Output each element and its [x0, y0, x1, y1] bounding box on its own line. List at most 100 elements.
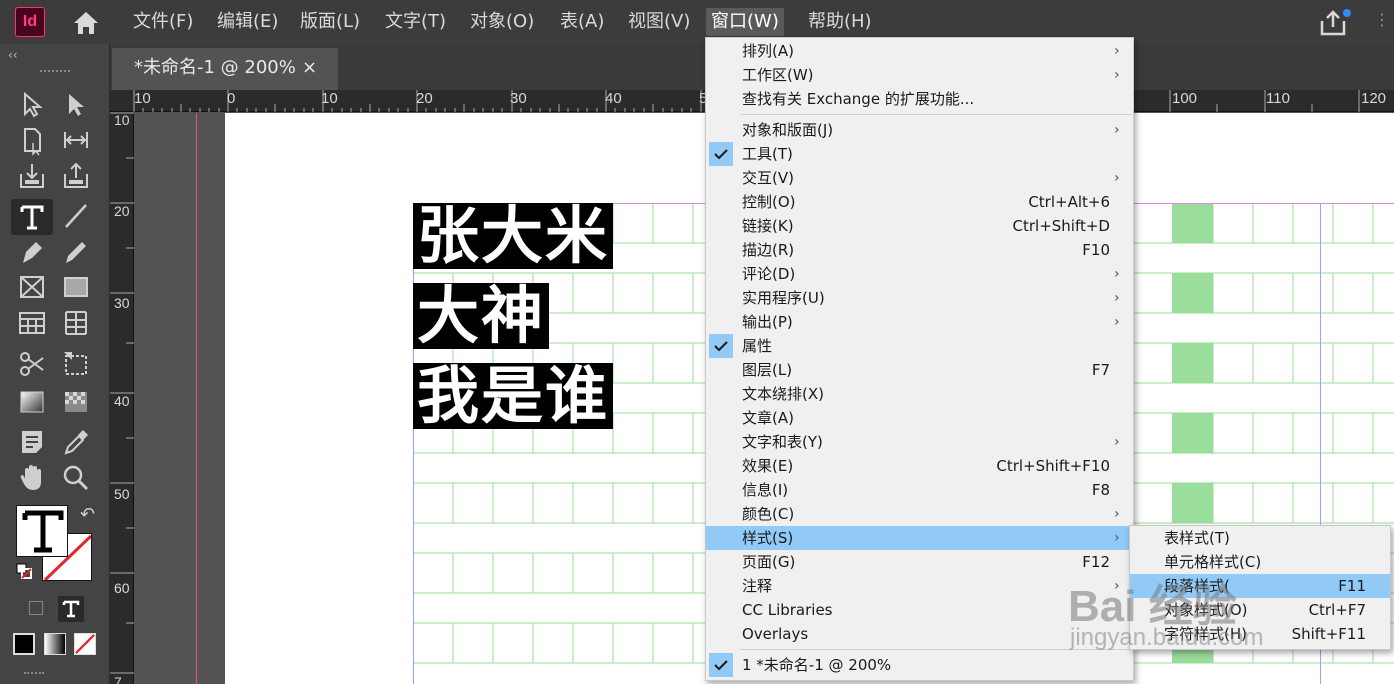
direct-selection-tool-icon[interactable]: [60, 88, 92, 120]
menu-item-arrange[interactable]: 排列(A) ›: [706, 39, 1133, 63]
apply-gradient-icon[interactable]: [44, 633, 66, 655]
menu-edit[interactable]: 编辑(E): [212, 8, 283, 36]
grid-tool-icon[interactable]: [60, 307, 92, 339]
menu-item-styles[interactable]: 样式(S) ›: [706, 526, 1133, 550]
submenu-arrow-icon: ›: [1114, 266, 1120, 282]
checkmark-icon: [709, 142, 733, 166]
note-tool-icon[interactable]: [16, 426, 48, 458]
menu-item-links[interactable]: 链接(K) Ctrl+Shift+D: [706, 214, 1133, 238]
menu-view[interactable]: 视图(V): [623, 8, 695, 36]
collapse-panel-icon[interactable]: ‹‹: [8, 48, 18, 62]
checkmark-icon: [709, 334, 733, 358]
ruler-left-label: 30: [114, 295, 130, 311]
submenu-arrow-icon: ›: [1114, 43, 1120, 59]
type-tool-icon[interactable]: [16, 201, 48, 233]
menu-layout[interactable]: 版面(L): [295, 8, 365, 36]
formatting-text-icon[interactable]: [58, 596, 84, 622]
swap-fill-stroke-icon[interactable]: ↶: [80, 504, 95, 525]
apply-color-icon[interactable]: [13, 633, 35, 655]
pen-tool-icon[interactable]: [16, 236, 48, 268]
line-tool-icon[interactable]: [60, 200, 92, 232]
indesign-logo: Id: [15, 7, 45, 37]
ruler-left-label: 40: [114, 393, 130, 409]
indesign-window: Id 文件(F) 编辑(E) 版面(L) 文字(T) 对象(O) 表(A) 视图…: [0, 0, 1394, 684]
submenu-arrow-icon: ›: [1114, 434, 1120, 450]
fill-swatch-front[interactable]: [16, 505, 68, 557]
menu-item-object-layout[interactable]: 对象和版面(J) ›: [706, 118, 1133, 142]
ruler-top-label: 30: [510, 90, 527, 107]
menu-bar: [0, 0, 1394, 44]
menu-item-workspace[interactable]: 工作区(W) ›: [706, 63, 1133, 87]
formatting-container-icon[interactable]: [29, 601, 43, 615]
text-line[interactable]: 张大米: [413, 203, 614, 269]
menu-item-color[interactable]: 颜色(C) ›: [706, 502, 1133, 526]
ruler-top-label: 10: [321, 90, 338, 107]
text-line[interactable]: 大神: [413, 283, 550, 349]
menu-window[interactable]: 窗口(W): [706, 8, 784, 36]
default-fill-stroke-icon[interactable]: [16, 563, 32, 579]
menu-item-type-tables[interactable]: 文字和表(Y) ›: [706, 430, 1133, 454]
page-tool-icon[interactable]: [16, 124, 48, 156]
menu-item-stroke[interactable]: 描边(R) F10: [706, 238, 1133, 262]
menu-separator: [740, 114, 1132, 115]
ruler-top-label: 40: [605, 90, 622, 107]
menu-file[interactable]: 文件(F): [128, 8, 198, 36]
menu-item-utilities[interactable]: 实用程序(U) ›: [706, 286, 1133, 310]
menu-help[interactable]: 帮助(H): [803, 8, 877, 36]
submenu-arrow-icon: ›: [1114, 170, 1120, 186]
submenu-item-table-styles[interactable]: 表样式(T): [1130, 526, 1390, 550]
home-icon[interactable]: [72, 10, 100, 36]
ruler-left-label: 20: [114, 203, 130, 219]
submenu-arrow-icon: ›: [1114, 506, 1120, 522]
rectangle-tool-icon[interactable]: [60, 271, 92, 303]
ruler-top-label: 110: [1266, 90, 1290, 107]
ruler-left-label: 7: [114, 674, 122, 684]
table-tool-icon[interactable]: [16, 307, 48, 339]
menu-type[interactable]: 文字(T): [380, 8, 451, 36]
menu-item-tools[interactable]: 工具(T): [706, 142, 1133, 166]
submenu-arrow-icon: ›: [1114, 314, 1120, 330]
text-line[interactable]: 我是谁: [413, 363, 614, 429]
menu-item-interactive[interactable]: 交互(V) ›: [706, 166, 1133, 190]
menu-item-effects[interactable]: 效果(E) Ctrl+Shift+F10: [706, 454, 1133, 478]
zoom-tool-icon[interactable]: [60, 462, 92, 494]
menu-table[interactable]: 表(A): [555, 8, 609, 36]
ruler-top-label: 20: [416, 90, 433, 107]
menu-item-review[interactable]: 评论(D) ›: [706, 262, 1133, 286]
menu-item-layers[interactable]: 图层(L) F7: [706, 358, 1133, 382]
selection-tool-icon[interactable]: [16, 88, 48, 120]
rectangle-frame-tool-icon[interactable]: [16, 271, 48, 303]
ruler-top-label: 120: [1361, 90, 1387, 107]
checkmark-icon: [709, 653, 733, 677]
menu-item-articles[interactable]: 文章(A): [706, 406, 1133, 430]
menu-item-open-document[interactable]: 1 *未命名-1 @ 200%: [706, 653, 1133, 677]
menu-item-control[interactable]: 控制(O) Ctrl+Alt+6: [706, 190, 1133, 214]
pencil-tool-icon[interactable]: [60, 236, 92, 268]
menubar-overflow-icon: ⋮: [1374, 10, 1390, 29]
gradient-feather-tool-icon[interactable]: [60, 386, 92, 418]
eyedropper-tool-icon[interactable]: [60, 426, 92, 458]
menu-object[interactable]: 对象(O): [465, 8, 539, 36]
ruler-left-label: 10: [114, 112, 130, 128]
menu-item-output[interactable]: 输出(P) ›: [706, 310, 1133, 334]
close-tab-button[interactable]: ×: [302, 48, 317, 88]
scissors-tool-icon[interactable]: [16, 348, 48, 380]
panel-grip[interactable]: [40, 70, 70, 74]
apply-none-icon[interactable]: [74, 633, 96, 655]
submenu-arrow-icon: ›: [1114, 290, 1120, 306]
screen-mode-icon[interactable]: [24, 672, 44, 684]
content-collector-icon[interactable]: [16, 160, 48, 192]
hand-tool-icon[interactable]: [16, 462, 48, 494]
ruler-top-label: 10: [134, 90, 151, 107]
submenu-arrow-icon: ›: [1114, 122, 1120, 138]
menu-item-info[interactable]: 信息(I) F8: [706, 478, 1133, 502]
ruler-left-label: 50: [114, 486, 130, 502]
gap-tool-icon[interactable]: [60, 124, 92, 156]
free-transform-tool-icon[interactable]: [60, 348, 92, 380]
submenu-arrow-icon: ›: [1114, 530, 1120, 546]
menu-item-text-wrap[interactable]: 文本绕排(X): [706, 382, 1133, 406]
menu-item-find-exchange[interactable]: 查找有关 Exchange 的扩展功能...: [706, 87, 1133, 111]
gradient-swatch-tool-icon[interactable]: [16, 386, 48, 418]
content-placer-icon[interactable]: [60, 160, 92, 192]
menu-item-properties[interactable]: 属性: [706, 334, 1133, 358]
